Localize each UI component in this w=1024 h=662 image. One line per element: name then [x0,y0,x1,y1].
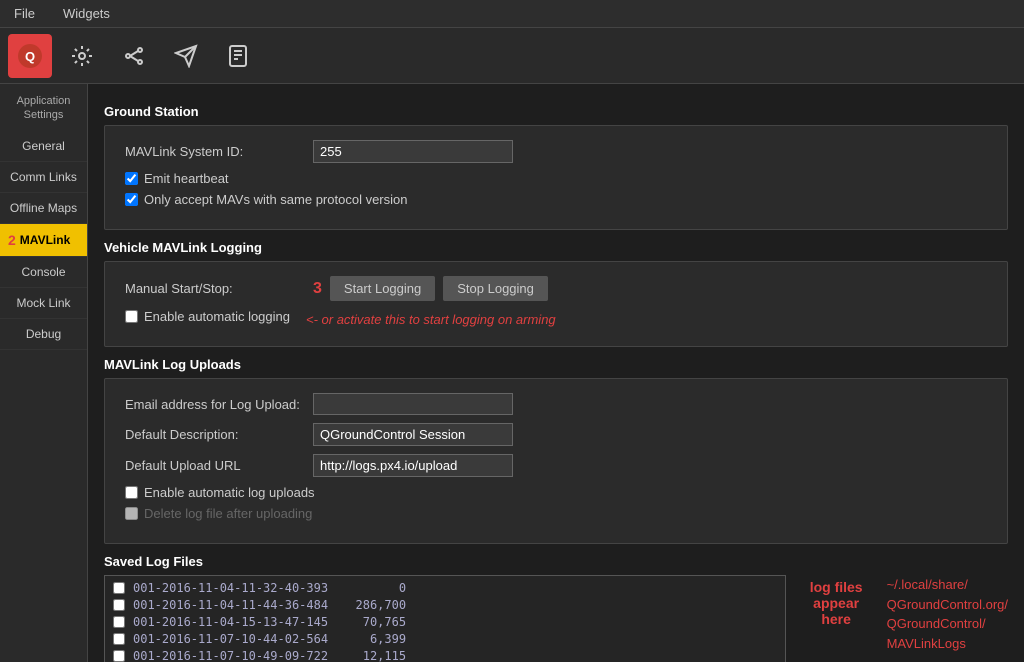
description-input[interactable] [313,423,513,446]
log-name-0: 001-2016-11-04-11-32-40-393 [133,581,328,595]
sidebar-header: Application Settings [0,88,87,131]
vehicle-logging-box: Manual Start/Stop: 3 Start Logging Stop … [104,261,1008,347]
main-layout: Application Settings General Comm Links … [0,84,1024,662]
log-name-4: 001-2016-11-07-10-49-09-722 [133,649,328,662]
toolbar: Q [0,28,1024,84]
sidebar-item-general[interactable]: General [0,131,87,162]
enable-auto-uploads-checkbox[interactable] [125,486,138,499]
enable-auto-logging-row: Enable automatic logging [125,309,290,324]
mavlink-system-id-input[interactable] [313,140,513,163]
log-row: 001-2016-11-07-10-49-09-722 12,115 [109,648,781,662]
file-menu[interactable]: File [8,4,41,23]
sidebar-item-debug[interactable]: Debug [0,319,87,350]
log-uploads-box: Email address for Log Upload: Default De… [104,378,1008,544]
start-logging-button[interactable]: Start Logging [330,276,435,301]
content-area: Ground Station MAVLink System ID: Emit h… [88,84,1024,662]
logging-annotation: <- or activate this to start logging on … [306,312,556,327]
delete-log-label: Delete log file after uploading [144,506,312,521]
upload-url-label: Default Upload URL [125,458,305,473]
delete-log-checkbox[interactable] [125,507,138,520]
sidebar-item-console[interactable]: Console [0,257,87,288]
log-row: 001-2016-11-04-11-44-36-484 286,700 [109,597,781,613]
log-size-0: 0 [336,581,406,595]
log-row: 001-2016-11-07-10-44-02-564 6,399 [109,631,781,647]
log-name-2: 001-2016-11-04-15-13-47-145 [133,615,328,629]
sidebar-item-mavlink[interactable]: 2 MAVLink [0,224,87,257]
log-checkbox-0[interactable] [113,582,125,594]
log-size-4: 12,115 [336,649,406,662]
log-checkbox-4[interactable] [113,650,125,662]
send-toolbar-btn[interactable] [164,34,208,78]
enable-auto-uploads-row: Enable automatic log uploads [125,485,987,500]
svg-text:Q: Q [25,49,35,64]
ground-station-box: MAVLink System ID: Emit heartbeat Only a… [104,125,1008,230]
stop-logging-button[interactable]: Stop Logging [443,276,548,301]
upload-url-row: Default Upload URL [125,454,987,477]
app-toolbar-btn[interactable]: Q [8,34,52,78]
log-name-1: 001-2016-11-04-11-44-36-484 [133,598,328,612]
delete-log-row: Delete log file after uploading [125,506,987,521]
only-accept-row: Only accept MAVs with same protocol vers… [125,192,987,207]
log-toolbar-btn[interactable] [216,34,260,78]
log-uploads-title: MAVLink Log Uploads [104,357,1008,372]
saved-logs-title: Saved Log Files [104,554,1008,569]
email-row: Email address for Log Upload: [125,393,987,415]
log-size-2: 70,765 [336,615,406,629]
log-checkbox-3[interactable] [113,633,125,645]
emit-heartbeat-checkbox[interactable] [125,172,138,185]
mavlink-system-id-row: MAVLink System ID: [125,140,987,163]
emit-heartbeat-label: Emit heartbeat [144,171,229,186]
start-logging-number: 3 [313,280,322,298]
manual-start-stop-label: Manual Start/Stop: [125,281,305,296]
settings-toolbar-btn[interactable] [60,34,104,78]
log-files-list: 001-2016-11-04-11-32-40-393 0 001-2016-1… [104,575,786,662]
widgets-menu[interactable]: Widgets [57,4,116,23]
upload-url-input[interactable] [313,454,513,477]
mavlink-system-id-label: MAVLink System ID: [125,144,305,159]
log-row: 001-2016-11-04-11-32-40-393 0 [109,580,781,596]
log-size-1: 286,700 [336,598,406,612]
email-input[interactable] [313,393,513,415]
email-label: Email address for Log Upload: [125,397,305,412]
only-accept-label: Only accept MAVs with same protocol vers… [144,192,407,207]
log-size-3: 6,399 [336,632,406,646]
log-row: 001-2016-11-04-15-13-47-145 70,765 [109,614,781,630]
sidebar-item-offlinemaps[interactable]: Offline Maps [0,193,87,224]
manual-start-stop-row: Manual Start/Stop: 3 Start Logging Stop … [125,276,987,301]
log-path-annotation: ~/.local/share/QGroundControl.org/QGroun… [887,575,1008,653]
log-appear-annotation: log filesappearhere [806,575,867,631]
description-label: Default Description: [125,427,305,442]
sidebar-item-mocklink[interactable]: Mock Link [0,288,87,319]
mavlink-label: MAVLink [20,233,70,247]
vehicle-logging-title: Vehicle MAVLink Logging [104,240,1008,255]
enable-auto-uploads-label: Enable automatic log uploads [144,485,315,500]
enable-auto-logging-checkbox[interactable] [125,310,138,323]
ground-station-title: Ground Station [104,104,1008,119]
description-row: Default Description: [125,423,987,446]
only-accept-checkbox[interactable] [125,193,138,206]
enable-auto-logging-label: Enable automatic logging [144,309,290,324]
emit-heartbeat-row: Emit heartbeat [125,171,987,186]
mavlink-active-number: 2 [8,232,16,248]
connect-toolbar-btn[interactable] [112,34,156,78]
log-name-3: 001-2016-11-07-10-44-02-564 [133,632,328,646]
log-checkbox-1[interactable] [113,599,125,611]
log-checkbox-2[interactable] [113,616,125,628]
sidebar: Application Settings General Comm Links … [0,84,88,662]
sidebar-item-commlinks[interactable]: Comm Links [0,162,87,193]
menu-bar: File Widgets [0,0,1024,28]
